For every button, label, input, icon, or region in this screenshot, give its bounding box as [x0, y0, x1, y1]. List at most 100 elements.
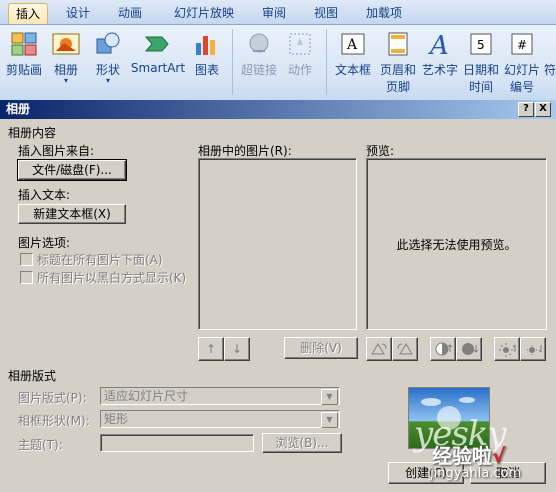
- tab-addins[interactable]: 加载项: [360, 3, 408, 23]
- brightness-down-button[interactable]: [520, 337, 546, 361]
- photo-album-button[interactable]: 相册 ▾: [48, 31, 84, 85]
- svg-text:A: A: [428, 31, 449, 57]
- slide-number-icon: #: [508, 31, 536, 57]
- clipart-button[interactable]: 剪贴画: [4, 31, 44, 78]
- slide-number-button[interactable]: # 幻灯片 编号: [502, 31, 542, 95]
- tab-insert[interactable]: 插入: [8, 3, 48, 24]
- textbox-label: 文本框: [334, 63, 371, 77]
- tab-review[interactable]: 审阅: [256, 3, 292, 23]
- textbox-button[interactable]: A 文本框: [332, 31, 374, 78]
- pictures-list[interactable]: [198, 158, 357, 330]
- move-down-button[interactable]: ↓: [224, 337, 250, 361]
- textbox-icon: A: [339, 31, 367, 57]
- picture-layout-select[interactable]: 适应幻灯片尺寸 ▼: [100, 387, 340, 405]
- wordart-label: 艺术字: [421, 63, 458, 77]
- theme-input[interactable]: [100, 434, 254, 452]
- rotate-left-button[interactable]: [366, 337, 392, 361]
- jingyanla-watermark: 经验啦√: [432, 440, 505, 469]
- rotate-right-icon: [397, 343, 413, 355]
- dropdown-arrow-icon: ▾: [63, 76, 68, 85]
- action-button[interactable]: 动作: [282, 31, 318, 78]
- smartart-label: SmartArt: [130, 61, 186, 75]
- header-footer-label-line2: 页脚: [385, 80, 410, 94]
- dialog-title: 相册: [6, 102, 31, 116]
- frame-shape-value: 矩形: [104, 412, 129, 426]
- dialog-titlebar: [0, 100, 556, 119]
- chart-label: 图表: [194, 63, 219, 77]
- frame-shape-select[interactable]: 矩形 ▼: [100, 410, 340, 428]
- action-label: 动作: [287, 63, 312, 77]
- dropdown-arrow-icon: ▾: [105, 76, 110, 85]
- svg-text:#: #: [517, 38, 527, 52]
- caption-below-checkbox[interactable]: [20, 253, 33, 266]
- contrast-down-icon: [462, 343, 479, 355]
- clipart-icon: [10, 31, 38, 57]
- header-footer-button[interactable]: 页眉和 页脚: [378, 31, 418, 95]
- rotate-left-icon: [371, 343, 387, 355]
- preview-message: 此选择无法使用预览。: [396, 238, 517, 252]
- brightness-down-icon: [527, 345, 542, 355]
- date-time-button[interactable]: 5 日期和 时间: [462, 31, 500, 95]
- svg-text:A: A: [346, 37, 358, 53]
- insert-text-label: 插入文本:: [18, 188, 71, 202]
- close-button[interactable]: X: [535, 102, 551, 117]
- chart-button[interactable]: 图表: [190, 31, 224, 78]
- picture-layout-value: 适应幻灯片尺寸: [104, 389, 189, 403]
- remove-button[interactable]: 删除(V): [284, 337, 358, 359]
- date-time-label-line2: 时间: [468, 80, 493, 94]
- caption-below-label: 标题在所有图片下面(A): [37, 253, 163, 267]
- slide-number-label: 幻灯片: [503, 63, 540, 77]
- move-up-button[interactable]: ↑: [198, 337, 224, 361]
- tab-design[interactable]: 设计: [60, 3, 96, 23]
- ribbon-body: 剪贴画 相册 ▾ 形状 ▾ SmartArt 图表 超链接 动作 A 文本框 页…: [0, 25, 556, 100]
- tab-animation[interactable]: 动画: [112, 3, 148, 23]
- help-button[interactable]: ?: [518, 102, 534, 117]
- brightness-up-button[interactable]: [494, 337, 520, 361]
- theme-label: 主题(T):: [18, 438, 63, 452]
- smartart-button[interactable]: SmartArt: [130, 31, 186, 75]
- date-time-label: 日期和: [462, 63, 499, 77]
- new-textbox-button[interactable]: 新建文本框(X): [18, 204, 126, 224]
- hyperlink-icon: [245, 31, 273, 57]
- clipart-label: 剪贴画: [5, 63, 42, 77]
- picture-layout-label: 图片版式(P):: [18, 391, 87, 405]
- ribbon-tab-bar: 插入 设计 动画 幻灯片放映 审阅 视图 加载项: [0, 0, 556, 25]
- tab-view[interactable]: 视图: [308, 3, 344, 23]
- frame-shape-label: 相框形状(M):: [18, 414, 90, 428]
- header-footer-label: 页眉和: [379, 63, 416, 77]
- jingyanla-url-watermark: jingyanla.com: [430, 466, 522, 481]
- check-mark-icon: √: [492, 444, 506, 468]
- shapes-button[interactable]: 形状 ▾: [90, 31, 126, 85]
- contrast-up-button[interactable]: [430, 337, 456, 361]
- svg-text:5: 5: [477, 38, 485, 52]
- action-icon: [286, 31, 314, 57]
- rotate-right-button[interactable]: [392, 337, 418, 361]
- slide-number-label-line2: 编号: [509, 80, 534, 94]
- symbol-label: 符: [544, 63, 556, 77]
- brightness-up-icon: [499, 343, 516, 357]
- symbol-button[interactable]: 符: [544, 31, 556, 78]
- pictures-in-album-label: 相册中的图片(R):: [198, 144, 292, 158]
- ribbon-separator: [326, 29, 327, 95]
- insert-from-label: 插入图片来自:: [18, 144, 95, 158]
- tab-slideshow[interactable]: 幻灯片放映: [168, 3, 240, 23]
- hyperlink-label: 超链接: [240, 63, 277, 77]
- dropdown-arrow-icon: ▼: [321, 389, 338, 405]
- hyperlink-button[interactable]: 超链接: [238, 31, 280, 78]
- black-white-checkbox[interactable]: [20, 271, 33, 284]
- black-white-label: 所有图片以黑白方式显示(K): [37, 271, 187, 285]
- preview-label: 预览:: [366, 144, 395, 158]
- header-footer-icon: [384, 31, 412, 57]
- jingyanla-cn-text: 经验啦: [432, 444, 492, 468]
- ribbon-separator: [232, 29, 233, 95]
- smartart-icon: [144, 31, 172, 57]
- file-disk-button[interactable]: 文件/磁盘(F)...: [17, 159, 127, 181]
- dropdown-arrow-icon: ▼: [321, 412, 338, 428]
- contrast-down-button[interactable]: [456, 337, 482, 361]
- album-content-heading: 相册内容: [8, 126, 57, 140]
- wordart-icon: A: [426, 31, 454, 61]
- wordart-button[interactable]: A 艺术字: [420, 31, 460, 78]
- browse-button[interactable]: 浏览(B)...: [262, 433, 342, 453]
- photo-album-icon: [52, 31, 80, 57]
- shapes-icon: [94, 31, 122, 57]
